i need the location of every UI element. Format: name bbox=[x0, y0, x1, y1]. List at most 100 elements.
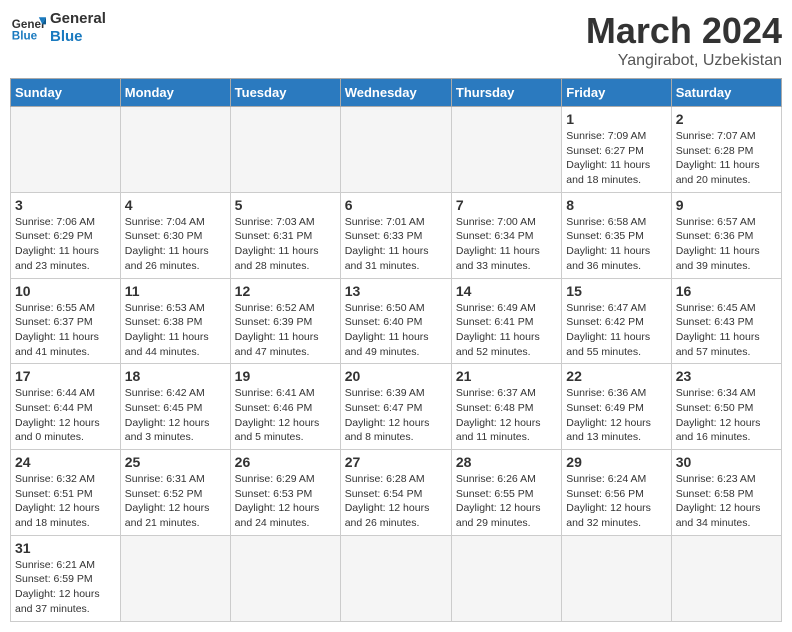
calendar-cell: 30Sunrise: 6:23 AM Sunset: 6:58 PM Dayli… bbox=[671, 450, 781, 536]
logo-icon: General Blue bbox=[10, 10, 46, 46]
day-info: Sunrise: 6:49 AM Sunset: 6:41 PM Dayligh… bbox=[456, 301, 557, 360]
svg-text:Blue: Blue bbox=[12, 30, 38, 43]
calendar-cell bbox=[451, 107, 561, 193]
day-info: Sunrise: 6:55 AM Sunset: 6:37 PM Dayligh… bbox=[15, 301, 116, 360]
day-number: 22 bbox=[566, 368, 666, 384]
day-number: 2 bbox=[676, 111, 777, 127]
calendar-cell: 21 Sunrise: 6:37 AM Sunset: 6:48 PM Dayli… bbox=[451, 364, 561, 450]
calendar-cell: 13 Sunrise: 6:50 AM Sunset: 6:40 PM Dayli… bbox=[340, 278, 451, 364]
day-number: 13 bbox=[345, 283, 447, 299]
calendar-week-row: 10 Sunrise: 6:55 AM Sunset: 6:37 PM Dayli… bbox=[11, 278, 782, 364]
calendar-cell: 17Sunrise: 6:44 AM Sunset: 6:44 PM Dayli… bbox=[11, 364, 121, 450]
day-number: 19 bbox=[235, 368, 336, 384]
day-info: Sunrise: 7:09 AM Sunset: 6:27 PM Dayligh… bbox=[566, 129, 666, 188]
day-number: 28 bbox=[456, 454, 557, 470]
day-info: Sunrise: 7:01 AM Sunset: 6:33 PM Dayligh… bbox=[345, 215, 447, 274]
day-info: Sunrise: 6:58 AM Sunset: 6:35 PM Dayligh… bbox=[566, 215, 666, 274]
calendar-cell bbox=[11, 107, 121, 193]
day-info: Sunrise: 6:50 AM Sunset: 6:40 PM Dayligh… bbox=[345, 301, 447, 360]
logo-general-text: General bbox=[50, 10, 106, 28]
day-info: Sunrise: 6:36 AM Sunset: 6:49 PM Dayligh… bbox=[566, 386, 666, 445]
day-number: 3 bbox=[15, 197, 116, 213]
day-number: 6 bbox=[345, 197, 447, 213]
day-number: 20 bbox=[345, 368, 447, 384]
calendar-cell: 14 Sunrise: 6:49 AM Sunset: 6:41 PM Dayli… bbox=[451, 278, 561, 364]
weekday-header-row: SundayMondayTuesdayWednesdayThursdayFrid… bbox=[11, 79, 782, 107]
calendar-cell: 28 Sunrise: 6:26 AM Sunset: 6:55 PM Dayli… bbox=[451, 450, 561, 536]
calendar-cell bbox=[451, 535, 561, 621]
day-info: Sunrise: 6:57 AM Sunset: 6:36 PM Dayligh… bbox=[676, 215, 777, 274]
location-title: Yangirabot, Uzbekistan bbox=[586, 52, 782, 70]
calendar-cell: 6 Sunrise: 7:01 AM Sunset: 6:33 PM Daylig… bbox=[340, 192, 451, 278]
calendar-cell bbox=[340, 535, 451, 621]
day-info: Sunrise: 7:06 AM Sunset: 6:29 PM Dayligh… bbox=[15, 215, 116, 274]
day-info: Sunrise: 6:53 AM Sunset: 6:38 PM Dayligh… bbox=[125, 301, 226, 360]
day-info: Sunrise: 6:31 AM Sunset: 6:52 PM Dayligh… bbox=[125, 472, 226, 531]
day-info: Sunrise: 6:29 AM Sunset: 6:53 PM Dayligh… bbox=[235, 472, 336, 531]
page-header: General Blue General Blue March 2024 Yan… bbox=[10, 10, 782, 70]
day-number: 1 bbox=[566, 111, 666, 127]
day-number: 4 bbox=[125, 197, 226, 213]
calendar-cell: 27 Sunrise: 6:28 AM Sunset: 6:54 PM Dayli… bbox=[340, 450, 451, 536]
day-info: Sunrise: 6:34 AM Sunset: 6:50 PM Dayligh… bbox=[676, 386, 777, 445]
calendar-cell bbox=[562, 535, 671, 621]
weekday-header-tuesday: Tuesday bbox=[230, 79, 340, 107]
day-number: 15 bbox=[566, 283, 666, 299]
day-info: Sunrise: 6:39 AM Sunset: 6:47 PM Dayligh… bbox=[345, 386, 447, 445]
day-number: 24 bbox=[15, 454, 116, 470]
day-info: Sunrise: 6:41 AM Sunset: 6:46 PM Dayligh… bbox=[235, 386, 336, 445]
calendar-cell bbox=[120, 107, 230, 193]
day-number: 12 bbox=[235, 283, 336, 299]
day-number: 14 bbox=[456, 283, 557, 299]
day-number: 23 bbox=[676, 368, 777, 384]
day-info: Sunrise: 6:23 AM Sunset: 6:58 PM Dayligh… bbox=[676, 472, 777, 531]
weekday-header-wednesday: Wednesday bbox=[340, 79, 451, 107]
calendar-week-row: 31Sunrise: 6:21 AM Sunset: 6:59 PM Dayli… bbox=[11, 535, 782, 621]
calendar-cell: 25Sunrise: 6:31 AM Sunset: 6:52 PM Dayli… bbox=[120, 450, 230, 536]
calendar-cell: 23 Sunrise: 6:34 AM Sunset: 6:50 PM Dayli… bbox=[671, 364, 781, 450]
calendar-cell: 7 Sunrise: 7:00 AM Sunset: 6:34 PM Daylig… bbox=[451, 192, 561, 278]
logo: General Blue General Blue bbox=[10, 10, 106, 46]
day-info: Sunrise: 6:28 AM Sunset: 6:54 PM Dayligh… bbox=[345, 472, 447, 531]
day-number: 21 bbox=[456, 368, 557, 384]
day-info: Sunrise: 6:47 AM Sunset: 6:42 PM Dayligh… bbox=[566, 301, 666, 360]
day-info: Sunrise: 6:52 AM Sunset: 6:39 PM Dayligh… bbox=[235, 301, 336, 360]
day-number: 16 bbox=[676, 283, 777, 299]
day-info: Sunrise: 6:24 AM Sunset: 6:56 PM Dayligh… bbox=[566, 472, 666, 531]
day-info: Sunrise: 6:26 AM Sunset: 6:55 PM Dayligh… bbox=[456, 472, 557, 531]
calendar-cell: 29Sunrise: 6:24 AM Sunset: 6:56 PM Dayli… bbox=[562, 450, 671, 536]
calendar-cell: 11Sunrise: 6:53 AM Sunset: 6:38 PM Dayli… bbox=[120, 278, 230, 364]
calendar-cell: 3 Sunrise: 7:06 AM Sunset: 6:29 PM Daylig… bbox=[11, 192, 121, 278]
day-info: Sunrise: 7:04 AM Sunset: 6:30 PM Dayligh… bbox=[125, 215, 226, 274]
calendar-cell: 5Sunrise: 7:03 AM Sunset: 6:31 PM Daylig… bbox=[230, 192, 340, 278]
day-number: 31 bbox=[15, 540, 116, 556]
day-info: Sunrise: 6:44 AM Sunset: 6:44 PM Dayligh… bbox=[15, 386, 116, 445]
logo-blue-text: Blue bbox=[50, 28, 106, 46]
day-info: Sunrise: 7:03 AM Sunset: 6:31 PM Dayligh… bbox=[235, 215, 336, 274]
weekday-header-saturday: Saturday bbox=[671, 79, 781, 107]
calendar-cell: 10 Sunrise: 6:55 AM Sunset: 6:37 PM Dayli… bbox=[11, 278, 121, 364]
calendar-cell: 18 Sunrise: 6:42 AM Sunset: 6:45 PM Dayli… bbox=[120, 364, 230, 450]
day-number: 18 bbox=[125, 368, 226, 384]
day-info: Sunrise: 6:37 AM Sunset: 6:48 PM Dayligh… bbox=[456, 386, 557, 445]
day-info: Sunrise: 6:45 AM Sunset: 6:43 PM Dayligh… bbox=[676, 301, 777, 360]
day-info: Sunrise: 6:42 AM Sunset: 6:45 PM Dayligh… bbox=[125, 386, 226, 445]
day-info: Sunrise: 7:07 AM Sunset: 6:28 PM Dayligh… bbox=[676, 129, 777, 188]
day-number: 7 bbox=[456, 197, 557, 213]
day-number: 27 bbox=[345, 454, 447, 470]
calendar-cell: 24 Sunrise: 6:32 AM Sunset: 6:51 PM Dayli… bbox=[11, 450, 121, 536]
calendar-cell: 4 Sunrise: 7:04 AM Sunset: 6:30 PM Daylig… bbox=[120, 192, 230, 278]
calendar-week-row: 17Sunrise: 6:44 AM Sunset: 6:44 PM Dayli… bbox=[11, 364, 782, 450]
day-info: Sunrise: 6:32 AM Sunset: 6:51 PM Dayligh… bbox=[15, 472, 116, 531]
day-number: 10 bbox=[15, 283, 116, 299]
calendar-cell bbox=[230, 535, 340, 621]
calendar-cell: 9Sunrise: 6:57 AM Sunset: 6:36 PM Daylig… bbox=[671, 192, 781, 278]
weekday-header-friday: Friday bbox=[562, 79, 671, 107]
day-info: Sunrise: 7:00 AM Sunset: 6:34 PM Dayligh… bbox=[456, 215, 557, 274]
calendar-cell bbox=[120, 535, 230, 621]
calendar-cell: 22 Sunrise: 6:36 AM Sunset: 6:49 PM Dayli… bbox=[562, 364, 671, 450]
weekday-header-thursday: Thursday bbox=[451, 79, 561, 107]
weekday-header-monday: Monday bbox=[120, 79, 230, 107]
calendar-table: SundayMondayTuesdayWednesdayThursdayFrid… bbox=[10, 78, 782, 622]
day-number: 8 bbox=[566, 197, 666, 213]
